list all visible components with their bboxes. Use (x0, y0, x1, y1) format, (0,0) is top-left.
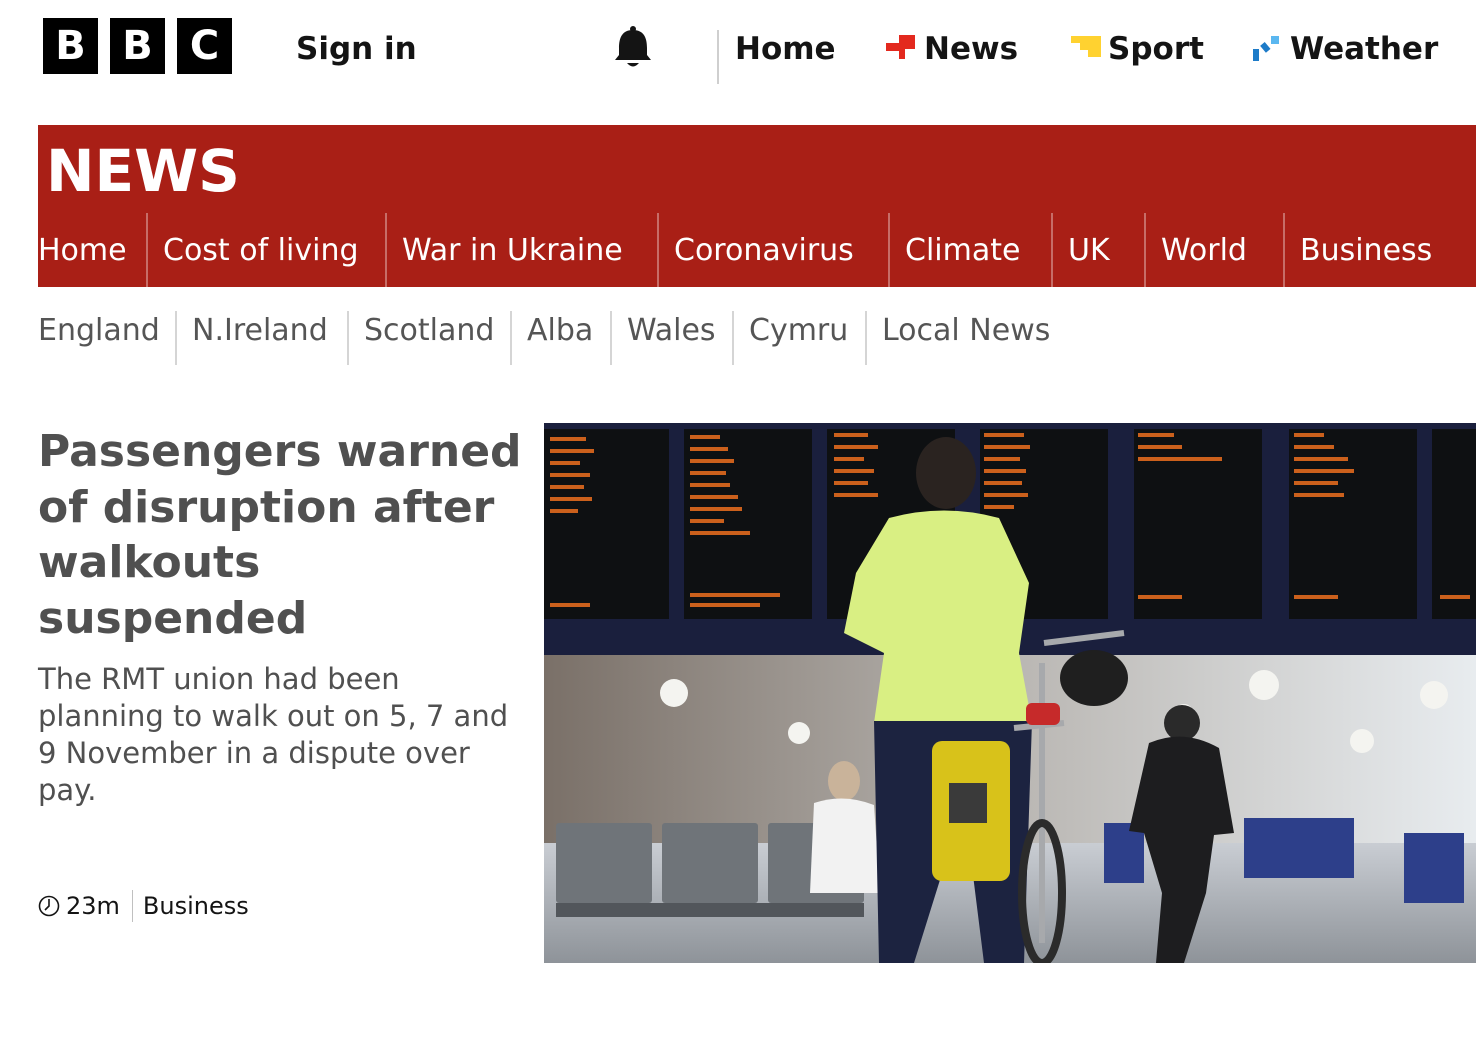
lead-story-timestamp: 23m (66, 892, 120, 920)
masthead: B B C Sign in Home News Sport Weather (0, 0, 1476, 125)
news-tab-cost-of-living[interactable]: Cost of living (146, 213, 385, 287)
bbc-logo-block: B (43, 18, 98, 74)
news-tab-world[interactable]: World (1144, 213, 1283, 287)
masthead-nav-news[interactable]: News (886, 29, 1018, 69)
bbc-logo-block: C (177, 18, 232, 74)
news-tab-coronavirus[interactable]: Coronavirus (657, 213, 888, 287)
news-tab-business[interactable]: Business (1283, 213, 1464, 287)
regional-nav-alba[interactable]: Alba (510, 311, 610, 365)
regional-nav: England N.Ireland Scotland Alba Wales Cy… (38, 311, 1055, 365)
masthead-divider (717, 30, 719, 84)
news-icon (886, 33, 918, 65)
lead-story-headline[interactable]: Passengers warned of disruption after wa… (38, 424, 528, 646)
masthead-nav-weather[interactable]: Weather (1252, 29, 1438, 69)
meta-divider (131, 890, 133, 922)
news-tab-uk[interactable]: UK (1051, 213, 1144, 287)
bbc-logo-block: B (110, 18, 165, 74)
masthead-nav-sport[interactable]: Sport (1070, 29, 1204, 69)
news-header: NEWS Home Cost of living War in Ukraine … (38, 125, 1476, 287)
masthead-nav-label: Home (735, 31, 836, 67)
masthead-nav-label: News (924, 31, 1019, 67)
news-wordmark[interactable]: NEWS (46, 135, 240, 207)
lead-story-image[interactable] (544, 423, 1476, 963)
regional-nav-wales[interactable]: Wales (610, 311, 732, 365)
lead-story-summary: The RMT union had been planning to walk … (38, 662, 509, 807)
news-primary-nav: Home Cost of living War in Ukraine Coron… (38, 213, 1464, 287)
lead-story-meta: 23m Business (38, 889, 249, 923)
news-tab-home[interactable]: Home (38, 213, 146, 287)
regional-nav-n-ireland[interactable]: N.Ireland (175, 311, 347, 365)
regional-nav-local-news[interactable]: Local News (865, 311, 1055, 365)
bbc-logo[interactable]: B B C (43, 18, 232, 74)
sign-in-link[interactable]: Sign in (296, 29, 417, 69)
lead-story: Passengers warned of disruption after wa… (38, 424, 528, 809)
regional-nav-scotland[interactable]: Scotland (347, 311, 510, 365)
clock-icon (38, 895, 60, 917)
regional-nav-cymru[interactable]: Cymru (732, 311, 865, 365)
sport-icon (1070, 33, 1102, 65)
news-tab-war-in-ukraine[interactable]: War in Ukraine (385, 213, 657, 287)
weather-icon (1252, 33, 1284, 65)
masthead-nav-label: Weather (1290, 31, 1439, 67)
bell-icon[interactable] (612, 24, 654, 70)
masthead-nav-home[interactable]: Home (735, 29, 836, 69)
regional-nav-england[interactable]: England (38, 311, 175, 365)
news-tab-climate[interactable]: Climate (888, 213, 1051, 287)
lead-story-topic-link[interactable]: Business (143, 892, 249, 920)
masthead-nav-label: Sport (1108, 31, 1204, 67)
